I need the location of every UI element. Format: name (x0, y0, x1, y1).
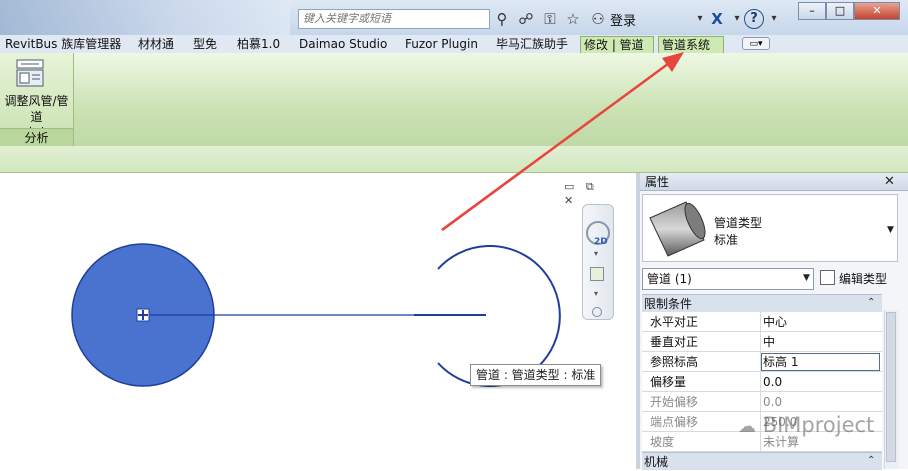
tab-baimu[interactable]: 柏慕1.0 (234, 36, 283, 53)
element-tooltip: 管道 : 管道类型 : 标准 (470, 364, 602, 386)
wheel-dropdown-icon[interactable]: ▾ (594, 249, 598, 258)
ribbon-minimize-toggle-icon[interactable]: ▭▾ (742, 37, 770, 50)
section-mechanical[interactable]: 机械 (642, 452, 882, 470)
watermark-text: BIMproject (762, 413, 875, 437)
help-dropdown-icon[interactable]: ▾ (764, 9, 784, 29)
tab-revitbus[interactable]: RevitBus 族库管理器 (2, 36, 124, 53)
tab-caicaitong[interactable]: 材材通 (135, 36, 177, 53)
edit-type-icon (820, 270, 835, 285)
navigation-bar: 2D ▾ ▾ (582, 204, 614, 320)
property-value[interactable]: 0.0 (763, 372, 782, 392)
edit-type-label: 编辑类型 (839, 272, 888, 286)
view-window-controls[interactable]: ▭ ⧉ ✕ (564, 180, 614, 207)
maximize-button[interactable]: □ (826, 2, 854, 20)
type-family-label: 管道类型 (714, 216, 763, 230)
scrollbar-thumb[interactable] (886, 312, 896, 462)
wechat-icon: ☁ (738, 416, 756, 437)
edit-type-button[interactable]: 编辑类型 (820, 268, 887, 290)
arrow-head-icon (662, 52, 684, 72)
login-button[interactable]: 登录 (610, 10, 636, 29)
nav-options-icon[interactable] (592, 307, 602, 317)
property-value[interactable]: 中心 (763, 312, 787, 332)
nav-2d-label: 2D (594, 237, 608, 247)
tab-xingmian[interactable]: 型免 (190, 36, 220, 53)
properties-title: 属性 (645, 175, 670, 189)
collapse-mechanical-icon[interactable]: ⌃ (867, 452, 875, 470)
pipe-type-preview-icon (649, 201, 706, 257)
minimize-button[interactable]: – (798, 2, 826, 20)
duct-pipe-sizing-icon[interactable] (14, 58, 46, 88)
property-name: 垂直对正 (650, 335, 699, 349)
title-bar-background (0, 0, 290, 35)
properties-header (640, 173, 908, 191)
panel-title-analysis: 分析 (0, 128, 73, 147)
section-constraints[interactable]: 限制条件 (642, 294, 882, 312)
property-name: 坡度 (650, 435, 675, 449)
binoculars-icon[interactable]: ⚲ (492, 9, 512, 29)
property-name: 偏移量 (650, 375, 687, 389)
zoom-dropdown-icon[interactable]: ▾ (594, 289, 598, 298)
watermark: ☁ BIMproject (738, 413, 874, 437)
zoom-region-icon[interactable] (590, 267, 604, 281)
property-value: 0.0 (763, 395, 783, 409)
type-name-label: 标准 (714, 233, 739, 247)
property-name: 端点偏移 (650, 415, 699, 429)
close-window-button[interactable]: ✕ (854, 2, 900, 20)
property-name: 开始偏移 (650, 395, 699, 409)
tab-daimao-studio[interactable]: Daimao Studio (296, 36, 390, 53)
help-icon[interactable]: ? (744, 9, 764, 29)
instance-filter-select[interactable]: 管道 (1) (642, 268, 814, 290)
instance-dropdown-icon[interactable]: ▼ (803, 273, 810, 283)
key-icon[interactable]: ⚿ (540, 9, 560, 29)
button-label-line1: 调整风管/管道 (4, 94, 69, 124)
property-value[interactable]: 中 (763, 332, 775, 352)
property-name: 水平对正 (650, 315, 699, 329)
search-input[interactable]: 键入关键字或短语 (298, 9, 490, 29)
exchange-apps-icon[interactable]: X (707, 9, 727, 29)
properties-close-button[interactable]: ✕ (884, 174, 895, 190)
user-icon[interactable]: ⚇ (588, 9, 608, 29)
collapse-constraints-icon[interactable]: ⌃ (867, 294, 875, 312)
type-dropdown-icon[interactable]: ▼ (887, 225, 894, 235)
communication-icon[interactable]: ☍ (516, 9, 536, 29)
favorites-star-icon[interactable]: ☆ (563, 9, 583, 29)
property-name: 参照标高 (650, 355, 699, 369)
property-value[interactable]: 标高 1 (763, 352, 798, 372)
